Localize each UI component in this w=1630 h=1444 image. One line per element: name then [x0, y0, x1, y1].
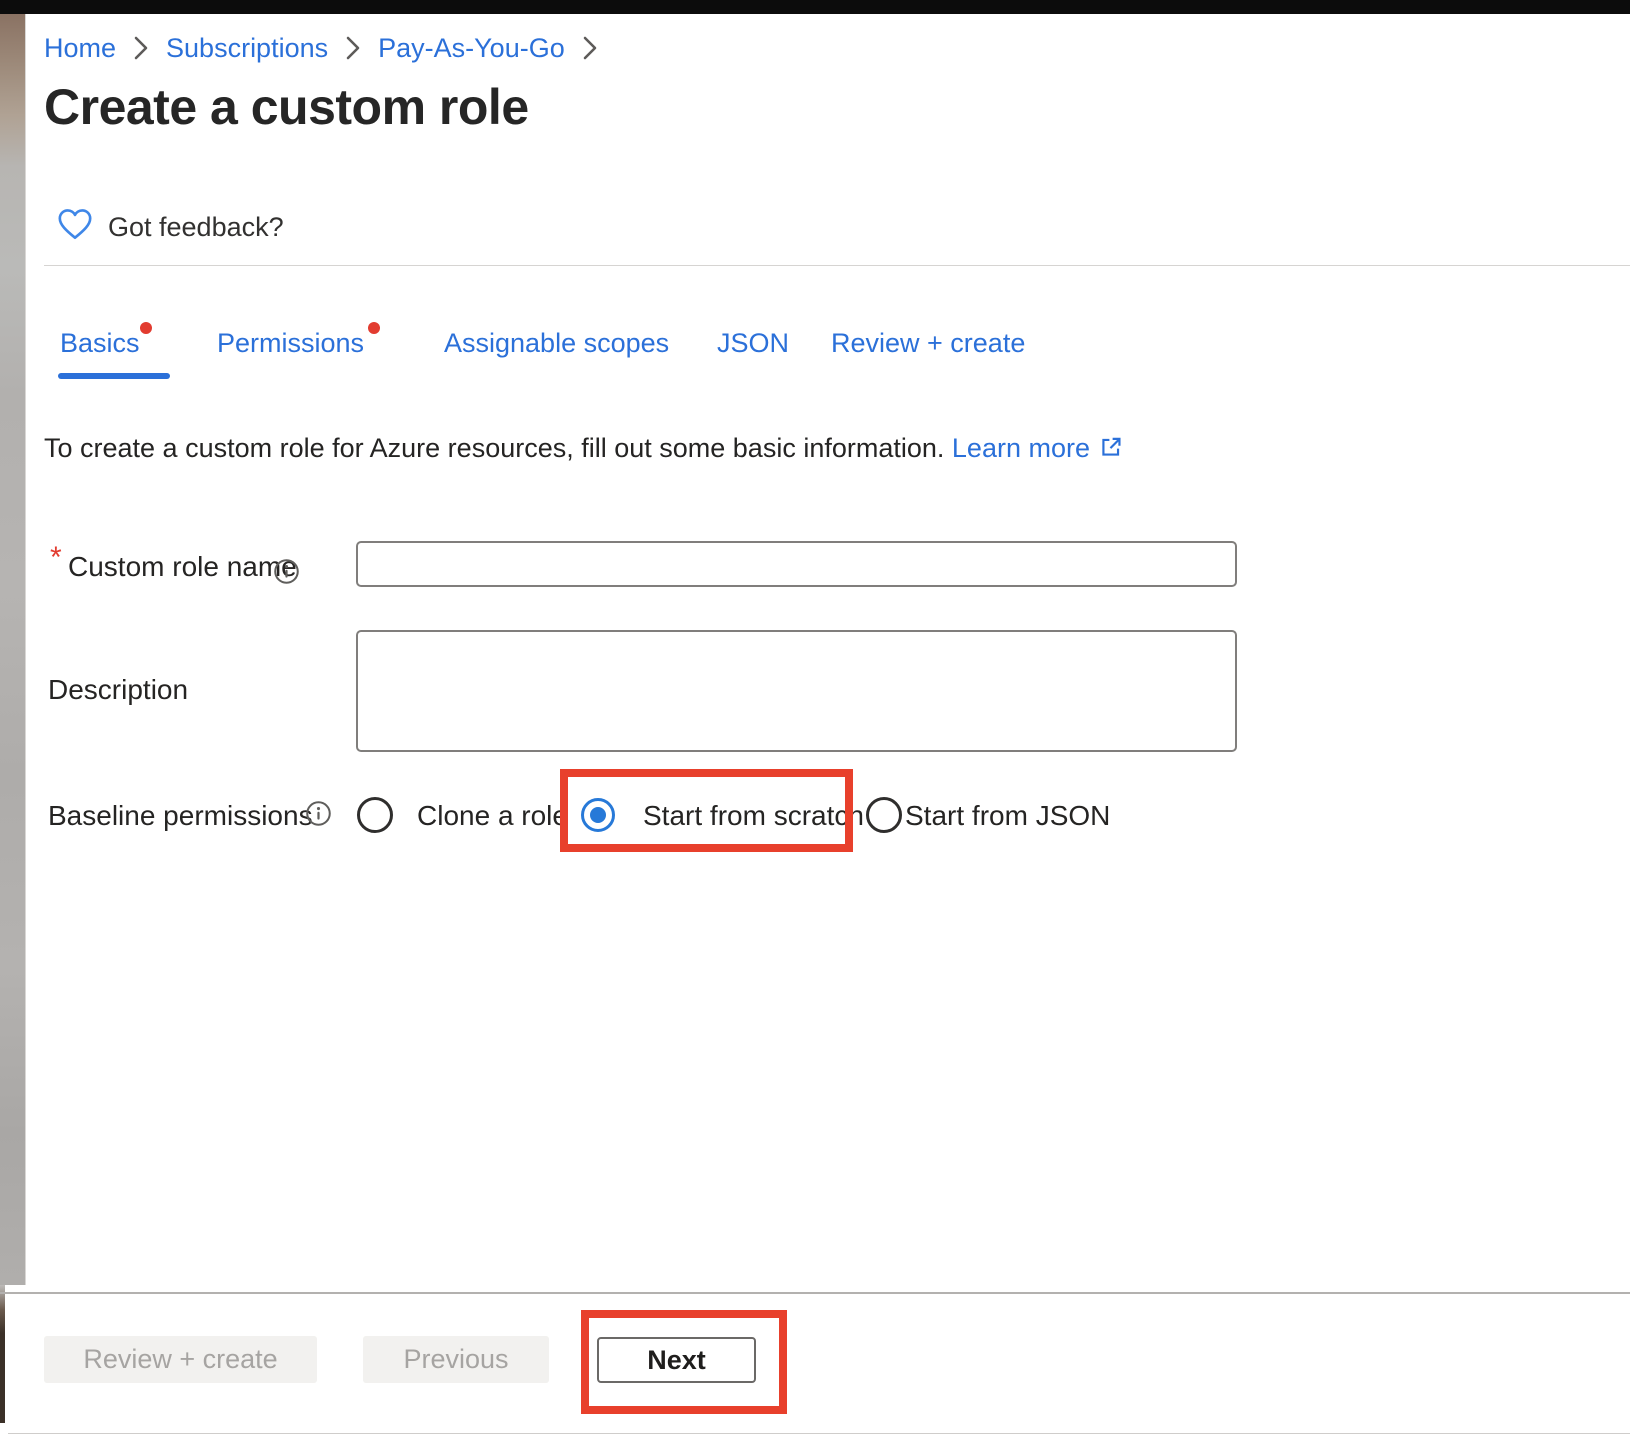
tab-basics[interactable]: Basics	[60, 328, 140, 359]
radio-start-from-json-label[interactable]: Start from JSON	[905, 800, 1110, 832]
page-title: Create a custom role	[44, 78, 529, 136]
breadcrumb-home[interactable]: Home	[44, 33, 116, 63]
chevron-right-icon	[582, 35, 598, 61]
previous-button: Previous	[363, 1336, 549, 1383]
breadcrumb: Home Subscriptions Pay-As-You-Go	[44, 33, 598, 63]
tab-permissions-unsaved-dot	[368, 322, 380, 334]
chevron-right-icon	[133, 35, 149, 61]
description-label: Description	[48, 674, 188, 706]
tab-permissions[interactable]: Permissions	[217, 328, 364, 359]
custom-role-name-input[interactable]	[356, 541, 1237, 587]
feedback-label: Got feedback?	[108, 212, 284, 243]
info-icon[interactable]	[273, 558, 300, 585]
page: Home Subscriptions Pay-As-You-Go Create …	[0, 0, 1630, 1444]
feedback-button[interactable]: Got feedback?	[57, 208, 284, 246]
chevron-right-icon	[345, 35, 361, 61]
breadcrumb-subscriptions[interactable]: Subscriptions	[166, 33, 328, 63]
learn-more-link[interactable]: Learn more	[952, 433, 1124, 463]
intro-sentence: To create a custom role for Azure resour…	[44, 433, 944, 463]
baseline-permissions-label: Baseline permissions	[48, 800, 313, 832]
required-asterisk: *	[50, 541, 62, 575]
radio-clone-a-role[interactable]	[357, 797, 393, 833]
tab-review-create[interactable]: Review + create	[831, 328, 1025, 359]
custom-role-name-label: Custom role name	[68, 551, 297, 583]
footer-divider	[0, 1292, 1630, 1294]
bottom-hairline	[8, 1433, 1630, 1434]
radio-clone-a-role-label[interactable]: Clone a role	[417, 800, 568, 832]
top-window-bar	[0, 0, 1630, 14]
background-left-sliver	[0, 1285, 5, 1423]
tab-assignable-scopes[interactable]: Assignable scopes	[444, 328, 669, 359]
section-divider	[44, 265, 1630, 266]
radio-start-from-json[interactable]	[866, 797, 902, 833]
heart-icon	[57, 208, 93, 246]
external-link-icon	[1098, 434, 1124, 467]
info-icon[interactable]	[305, 800, 332, 827]
active-tab-indicator	[58, 373, 170, 379]
annotation-highlight-next-button	[581, 1310, 787, 1414]
description-input[interactable]	[356, 630, 1237, 752]
review-create-button: Review + create	[44, 1336, 317, 1383]
breadcrumb-pay-as-you-go[interactable]: Pay-As-You-Go	[378, 33, 565, 63]
tab-basics-unsaved-dot	[140, 322, 152, 334]
intro-text: To create a custom role for Azure resour…	[44, 433, 1124, 467]
tab-json[interactable]: JSON	[717, 328, 789, 359]
background-left-strip	[0, 14, 26, 1285]
annotation-highlight-start-from-scratch	[560, 769, 853, 852]
